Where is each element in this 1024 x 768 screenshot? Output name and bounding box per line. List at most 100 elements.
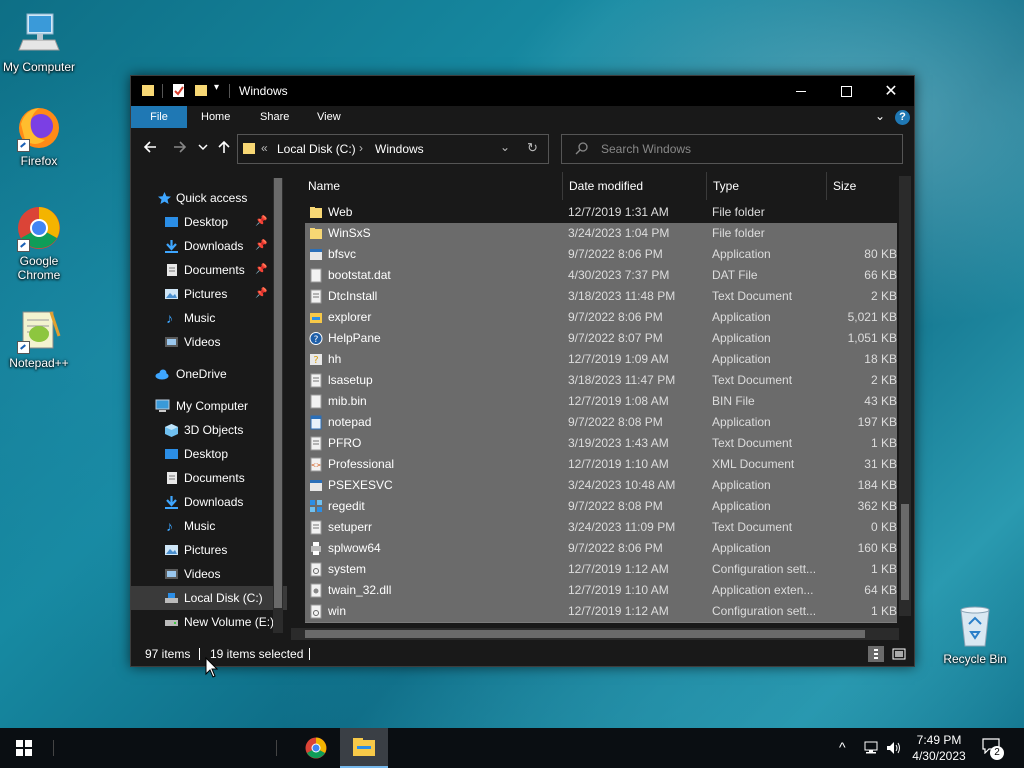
pin-icon[interactable]: 📌 <box>255 282 267 306</box>
tab-file[interactable]: File <box>131 106 187 128</box>
file-row[interactable]: notepad 9/7/2022 8:08 PM Application 197 KB <box>305 412 897 434</box>
nav-onedrive[interactable]: OneDrive <box>131 362 287 386</box>
nav-quick-pictures[interactable]: Pictures 📌 <box>131 282 287 306</box>
pin-icon[interactable]: 📌 <box>255 210 267 234</box>
nav-pc-desktop[interactable]: Desktop <box>131 442 287 466</box>
nav-quick-music[interactable]: ♪ Music <box>131 306 287 330</box>
file-list-horizontal-scrollbar[interactable] <box>291 628 899 640</box>
nav-quick-downloads[interactable]: Downloads 📌 <box>131 234 287 258</box>
column-divider[interactable] <box>706 172 707 200</box>
search-box[interactable]: Search Windows <box>561 134 903 164</box>
nav-pc-music[interactable]: ♪ Music <box>131 514 287 538</box>
divider <box>162 84 163 98</box>
minimize-button[interactable] <box>778 76 824 106</box>
volume-icon[interactable] <box>886 741 902 755</box>
nav-my-computer[interactable]: My Computer <box>131 394 287 418</box>
breadcrumb-windows[interactable]: Windows <box>375 142 424 156</box>
file-row[interactable]: <> Professional 12/7/2019 1:10 AM XML Docum… <box>305 454 897 476</box>
file-row[interactable]: ? hh 12/7/2019 1:09 AM Application 18 KB <box>305 349 897 371</box>
recent-locations-button[interactable] <box>198 140 208 159</box>
file-row[interactable]: twain_32.dll 12/7/2019 1:10 AM Application… <box>305 580 897 602</box>
close-button[interactable]: ✕ <box>868 76 914 106</box>
column-divider[interactable] <box>826 172 827 200</box>
file-row[interactable]: setuperr 3/24/2023 11:09 PM Text Document 0… <box>305 517 897 539</box>
expand-ribbon-icon[interactable]: ⌄ <box>875 109 885 123</box>
address-bar[interactable]: « Local Disk (C:) › Windows ⌄ ↻ <box>237 134 549 164</box>
large-icons-view-button[interactable] <box>891 646 907 662</box>
file-row[interactable]: ? HelpPane 9/7/2022 8:07 PM Application 1,05… <box>305 328 897 350</box>
tab-share[interactable]: Share <box>260 106 289 128</box>
file-row[interactable]: explorer 9/7/2022 8:06 PM Application 5,021… <box>305 307 897 329</box>
regedit-icon <box>310 500 322 512</box>
nav-pc-videos[interactable]: Videos <box>131 562 287 586</box>
vertical-scrollbar-thumb[interactable] <box>901 504 909 600</box>
file-row[interactable]: PFRO 3/19/2023 1:43 AM Text Document 1 KB <box>305 433 897 455</box>
search-icon <box>575 142 588 155</box>
properties-icon[interactable] <box>172 83 186 98</box>
address-dropdown-icon[interactable]: ⌄ <box>500 140 510 154</box>
file-name: bootstat.dat <box>328 268 391 282</box>
taskbar-explorer-button[interactable] <box>340 728 388 768</box>
file-row[interactable]: system 12/7/2019 1:12 AM Configuration set… <box>305 559 897 581</box>
tab-home[interactable]: Home <box>201 106 230 128</box>
desktop-icon-my-computer[interactable]: My Computer <box>0 10 79 74</box>
file-row[interactable]: DtcInstall 3/18/2023 11:48 PM Text Documen… <box>305 286 897 308</box>
help-icon[interactable]: ? <box>895 110 910 125</box>
nav-quick-access[interactable]: Quick access <box>131 186 287 210</box>
nav-scrollbar[interactable] <box>273 178 283 633</box>
file-row[interactable]: PSEXESVC 3/24/2023 10:48 AM Application 184… <box>305 475 897 497</box>
file-row[interactable]: regedit 9/7/2022 8:08 PM Application 362 KB <box>305 496 897 518</box>
desktop-icon-firefox[interactable]: Firefox <box>0 104 79 168</box>
file-row[interactable]: mib.bin 12/7/2019 1:08 AM BIN File 43 KB <box>305 391 897 413</box>
pin-icon[interactable]: 📌 <box>255 234 267 258</box>
nav-quick-videos[interactable]: Videos <box>131 330 287 354</box>
taskbar-chrome-button[interactable] <box>292 728 340 768</box>
nav-quick-desktop[interactable]: Desktop 📌 <box>131 210 287 234</box>
pin-icon[interactable]: 📌 <box>255 258 267 282</box>
explorer-window[interactable]: ▾ Windows ✕ File Home Share View ⌄ ? « L… <box>130 75 915 667</box>
address-overflow[interactable]: « <box>261 141 268 155</box>
new-folder-icon[interactable] <box>194 83 208 98</box>
column-header-type[interactable]: Type <box>713 172 739 200</box>
start-button[interactable] <box>0 728 48 768</box>
file-row[interactable]: WinSxS 3/24/2023 1:04 PM File folder <box>305 223 897 245</box>
nav-quick-documents[interactable]: Documents 📌 <box>131 258 287 282</box>
title-bar[interactable]: ▾ Windows ✕ <box>131 76 914 106</box>
maximize-button[interactable] <box>823 76 869 106</box>
nav-pc-documents[interactable]: Documents <box>131 466 287 490</box>
nav-scrollbar-thumb[interactable] <box>274 178 282 608</box>
column-header-name[interactable]: Name <box>308 172 340 200</box>
back-button[interactable] <box>143 140 157 159</box>
clock[interactable]: 7:49 PM 4/30/2023 <box>906 732 972 764</box>
column-divider[interactable] <box>562 172 563 200</box>
tab-view[interactable]: View <box>317 106 341 128</box>
column-header-size[interactable]: Size <box>833 172 856 200</box>
nav-label: Downloads <box>184 239 244 253</box>
show-hidden-icons-chevron-icon[interactable]: ^ <box>839 739 846 755</box>
file-row[interactable]: bootstat.dat 4/30/2023 7:37 PM DAT File 66 … <box>305 265 897 287</box>
details-view-button[interactable] <box>868 646 884 662</box>
file-row[interactable]: Web 12/7/2019 1:31 AM File folder <box>305 202 897 223</box>
desktop-icon-notepadpp[interactable]: Notepad++ <box>0 306 79 370</box>
network-icon[interactable] <box>863 741 879 755</box>
up-button[interactable] <box>217 140 231 159</box>
action-center-button[interactable]: 2 <box>982 738 1004 760</box>
forward-button[interactable] <box>173 140 187 159</box>
column-header-date[interactable]: Date modified <box>569 172 643 200</box>
desktop-icon-chrome[interactable]: Google Chrome <box>0 204 79 282</box>
file-row[interactable]: win 12/7/2019 1:12 AM Configuration sett..… <box>305 601 897 623</box>
nav-local-disk-c[interactable]: Local Disk (C:) <box>131 586 287 610</box>
customize-toolbar-icon[interactable]: ▾ <box>214 82 219 93</box>
file-row[interactable]: splwow64 9/7/2022 8:06 PM Application 160 K… <box>305 538 897 560</box>
nav-3d-objects[interactable]: 3D Objects <box>131 418 287 442</box>
desktop-icon-recycle-bin[interactable]: Recycle Bin <box>935 602 1015 666</box>
horizontal-scrollbar-thumb[interactable] <box>305 630 865 638</box>
file-row[interactable]: lsasetup 3/18/2023 11:47 PM Text Document 2… <box>305 370 897 392</box>
file-row[interactable]: bfsvc 9/7/2022 8:06 PM Application 80 KB <box>305 244 897 266</box>
nav-pc-pictures[interactable]: Pictures <box>131 538 287 562</box>
breadcrumb-local-disk[interactable]: Local Disk (C:) <box>277 142 356 156</box>
nav-pc-downloads[interactable]: Downloads <box>131 490 287 514</box>
refresh-icon[interactable]: ↻ <box>527 140 538 156</box>
nav-new-volume-e[interactable]: New Volume (E:) <box>131 610 287 634</box>
file-list-vertical-scrollbar[interactable] <box>899 176 911 616</box>
